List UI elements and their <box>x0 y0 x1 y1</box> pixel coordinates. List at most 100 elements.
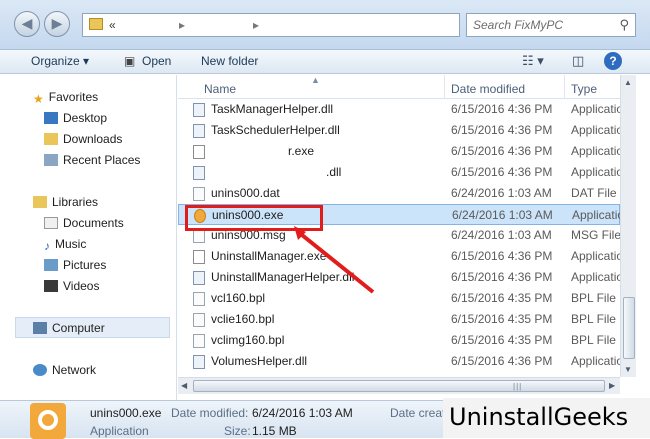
column-name[interactable]: Name <box>204 82 236 96</box>
file-row[interactable]: TaskSchedulerHelper.dll 6/15/2016 4:36 PM… <box>178 120 620 141</box>
open-button[interactable]: Open <box>142 54 171 68</box>
file-type: Applicatio <box>571 123 620 137</box>
file-type: MSG File <box>571 228 620 242</box>
details-date-label: Date modified: <box>171 406 249 420</box>
search-icon[interactable]: ⚲ <box>619 17 629 33</box>
scroll-up-icon[interactable]: ▲ <box>624 78 632 87</box>
organize-label: Organize <box>31 54 80 68</box>
file-date: 6/24/2016 1:03 AM <box>452 208 553 222</box>
file-icon <box>193 334 205 348</box>
scroll-down-icon[interactable]: ▼ <box>624 365 632 374</box>
nav-pictures[interactable]: Pictures <box>44 258 106 272</box>
file-name: vclimg160.bpl <box>211 333 285 347</box>
details-file-type: Application <box>90 424 149 438</box>
exe-icon <box>193 145 205 159</box>
scroll-left-icon[interactable]: ◀ <box>181 381 187 390</box>
dll-icon <box>193 166 205 180</box>
file-date: 6/15/2016 4:35 PM <box>451 333 553 347</box>
music-icon: ♪ <box>44 239 50 253</box>
file-type: Applicatio <box>571 102 620 116</box>
nav-music[interactable]: ♪ Music <box>44 237 87 253</box>
file-row[interactable]: unins000.dat 6/24/2016 1:03 AM DAT File <box>178 183 620 204</box>
nav-downloads-label: Downloads <box>63 132 123 146</box>
file-row[interactable]: vclimg160.bpl 6/15/2016 4:35 PM BPL File <box>178 330 620 351</box>
scroll-right-icon[interactable]: ▶ <box>609 381 615 390</box>
column-divider[interactable] <box>564 75 565 99</box>
nav-documents[interactable]: Documents <box>44 216 124 230</box>
column-date-modified[interactable]: Date modified <box>451 82 525 96</box>
nav-favorites[interactable]: ★ Favorites <box>33 90 98 106</box>
back-button[interactable]: ◀ <box>14 11 40 37</box>
file-type: Applicatio <box>571 165 620 179</box>
computer-icon <box>33 322 47 334</box>
nav-libraries-label: Libraries <box>52 195 99 209</box>
help-icon[interactable]: ? <box>604 52 622 70</box>
column-header-row: ▲ Name Date modified Type <box>178 75 620 99</box>
file-name: UninstallManagerHelper.dll <box>211 270 355 284</box>
nav-desktop-label: Desktop <box>63 111 108 125</box>
nav-network-label: Network <box>52 363 97 377</box>
file-type: Applicatio <box>571 270 620 284</box>
nav-computer-label: Computer <box>52 321 105 335</box>
file-row[interactable]: r.exe 6/15/2016 4:36 PM Applicatio <box>178 141 620 162</box>
breadcrumb-overflow[interactable]: « <box>109 18 116 32</box>
file-type: Applicatio <box>572 208 620 222</box>
nav-network[interactable]: Network <box>33 363 96 377</box>
breadcrumb-separator-icon[interactable]: ▸ <box>253 18 259 32</box>
column-divider[interactable] <box>444 75 445 99</box>
nav-libraries[interactable]: Libraries <box>33 195 98 209</box>
file-row[interactable]: .dll 6/15/2016 4:36 PM Applicatio <box>178 162 620 183</box>
preview-pane-icon[interactable]: ◫ <box>572 53 584 69</box>
address-field[interactable]: « ▸ ▸ ↻ <box>82 13 535 37</box>
new-folder-button[interactable]: New folder <box>201 54 258 68</box>
file-icon <box>193 229 205 243</box>
address-bar-area: ◀ ▶ « ▸ ▸ ↻ Search FixMyPC ⚲ <box>0 0 650 50</box>
file-date: 6/15/2016 4:35 PM <box>451 312 553 326</box>
nav-downloads[interactable]: Downloads <box>44 132 122 146</box>
annotation-highlight-box <box>185 205 323 231</box>
recent-places-icon <box>44 154 58 166</box>
nav-music-label: Music <box>55 237 87 251</box>
file-row[interactable]: vcl160.bpl 6/15/2016 4:35 PM BPL File <box>178 288 620 309</box>
view-options-icon[interactable]: ☷ ▾ <box>522 53 544 69</box>
documents-icon <box>44 217 58 229</box>
column-type[interactable]: Type <box>571 82 597 96</box>
dll-icon <box>193 124 205 138</box>
nav-documents-label: Documents <box>63 216 124 230</box>
nav-recent-label: Recent Places <box>63 153 141 167</box>
file-icon <box>193 313 205 327</box>
nav-desktop[interactable]: Desktop <box>44 111 107 125</box>
nav-videos[interactable]: Videos <box>44 279 99 293</box>
file-date: 6/24/2016 1:03 AM <box>451 186 552 200</box>
nav-recent-places[interactable]: Recent Places <box>44 153 140 167</box>
file-row[interactable]: VolumesHelper.dll 6/15/2016 4:36 PM Applic… <box>178 351 620 372</box>
file-row[interactable]: UninstallManager.exe 6/15/2016 4:36 PM App… <box>178 246 620 267</box>
command-bar: Organize ▾ ▣ Open New folder ☷ ▾ ◫ ? <box>0 50 650 74</box>
file-row[interactable]: vclie160.bpl 6/15/2016 4:35 PM BPL File <box>178 309 620 330</box>
file-date: 6/15/2016 4:35 PM <box>451 291 553 305</box>
dll-icon <box>193 355 205 369</box>
file-row[interactable]: UninstallManagerHelper.dll 6/15/2016 4:36… <box>178 267 620 288</box>
nav-videos-label: Videos <box>63 279 100 293</box>
file-type: BPL File <box>571 312 616 326</box>
file-name: TaskManagerHelper.dll <box>211 102 334 116</box>
search-input[interactable]: Search FixMyPC ⚲ <box>466 13 636 37</box>
horizontal-scrollbar[interactable]: ◀ ||| ▶ <box>178 377 620 394</box>
file-row[interactable]: TaskManagerHelper.dll 6/15/2016 4:36 PM Ap… <box>178 99 620 120</box>
nav-computer[interactable]: Computer <box>33 321 105 335</box>
forward-button[interactable]: ▶ <box>44 11 70 37</box>
breadcrumb-separator-icon[interactable]: ▸ <box>179 18 185 32</box>
exe-icon <box>193 250 205 264</box>
file-type: Applicatio <box>571 249 620 263</box>
network-icon <box>33 364 47 376</box>
file-name: r.exe <box>288 144 315 158</box>
organize-button[interactable]: Organize ▾ <box>31 54 89 68</box>
file-type: BPL File <box>571 291 616 305</box>
vertical-scroll-thumb[interactable] <box>623 297 635 359</box>
file-date: 6/15/2016 4:36 PM <box>451 102 553 116</box>
horizontal-scroll-thumb[interactable] <box>193 380 605 392</box>
details-size-value: 1.15 MB <box>252 424 297 438</box>
file-icon <box>193 187 205 201</box>
vertical-scrollbar[interactable]: ▲ ▼ <box>620 75 636 377</box>
file-name: .dll <box>326 165 342 179</box>
